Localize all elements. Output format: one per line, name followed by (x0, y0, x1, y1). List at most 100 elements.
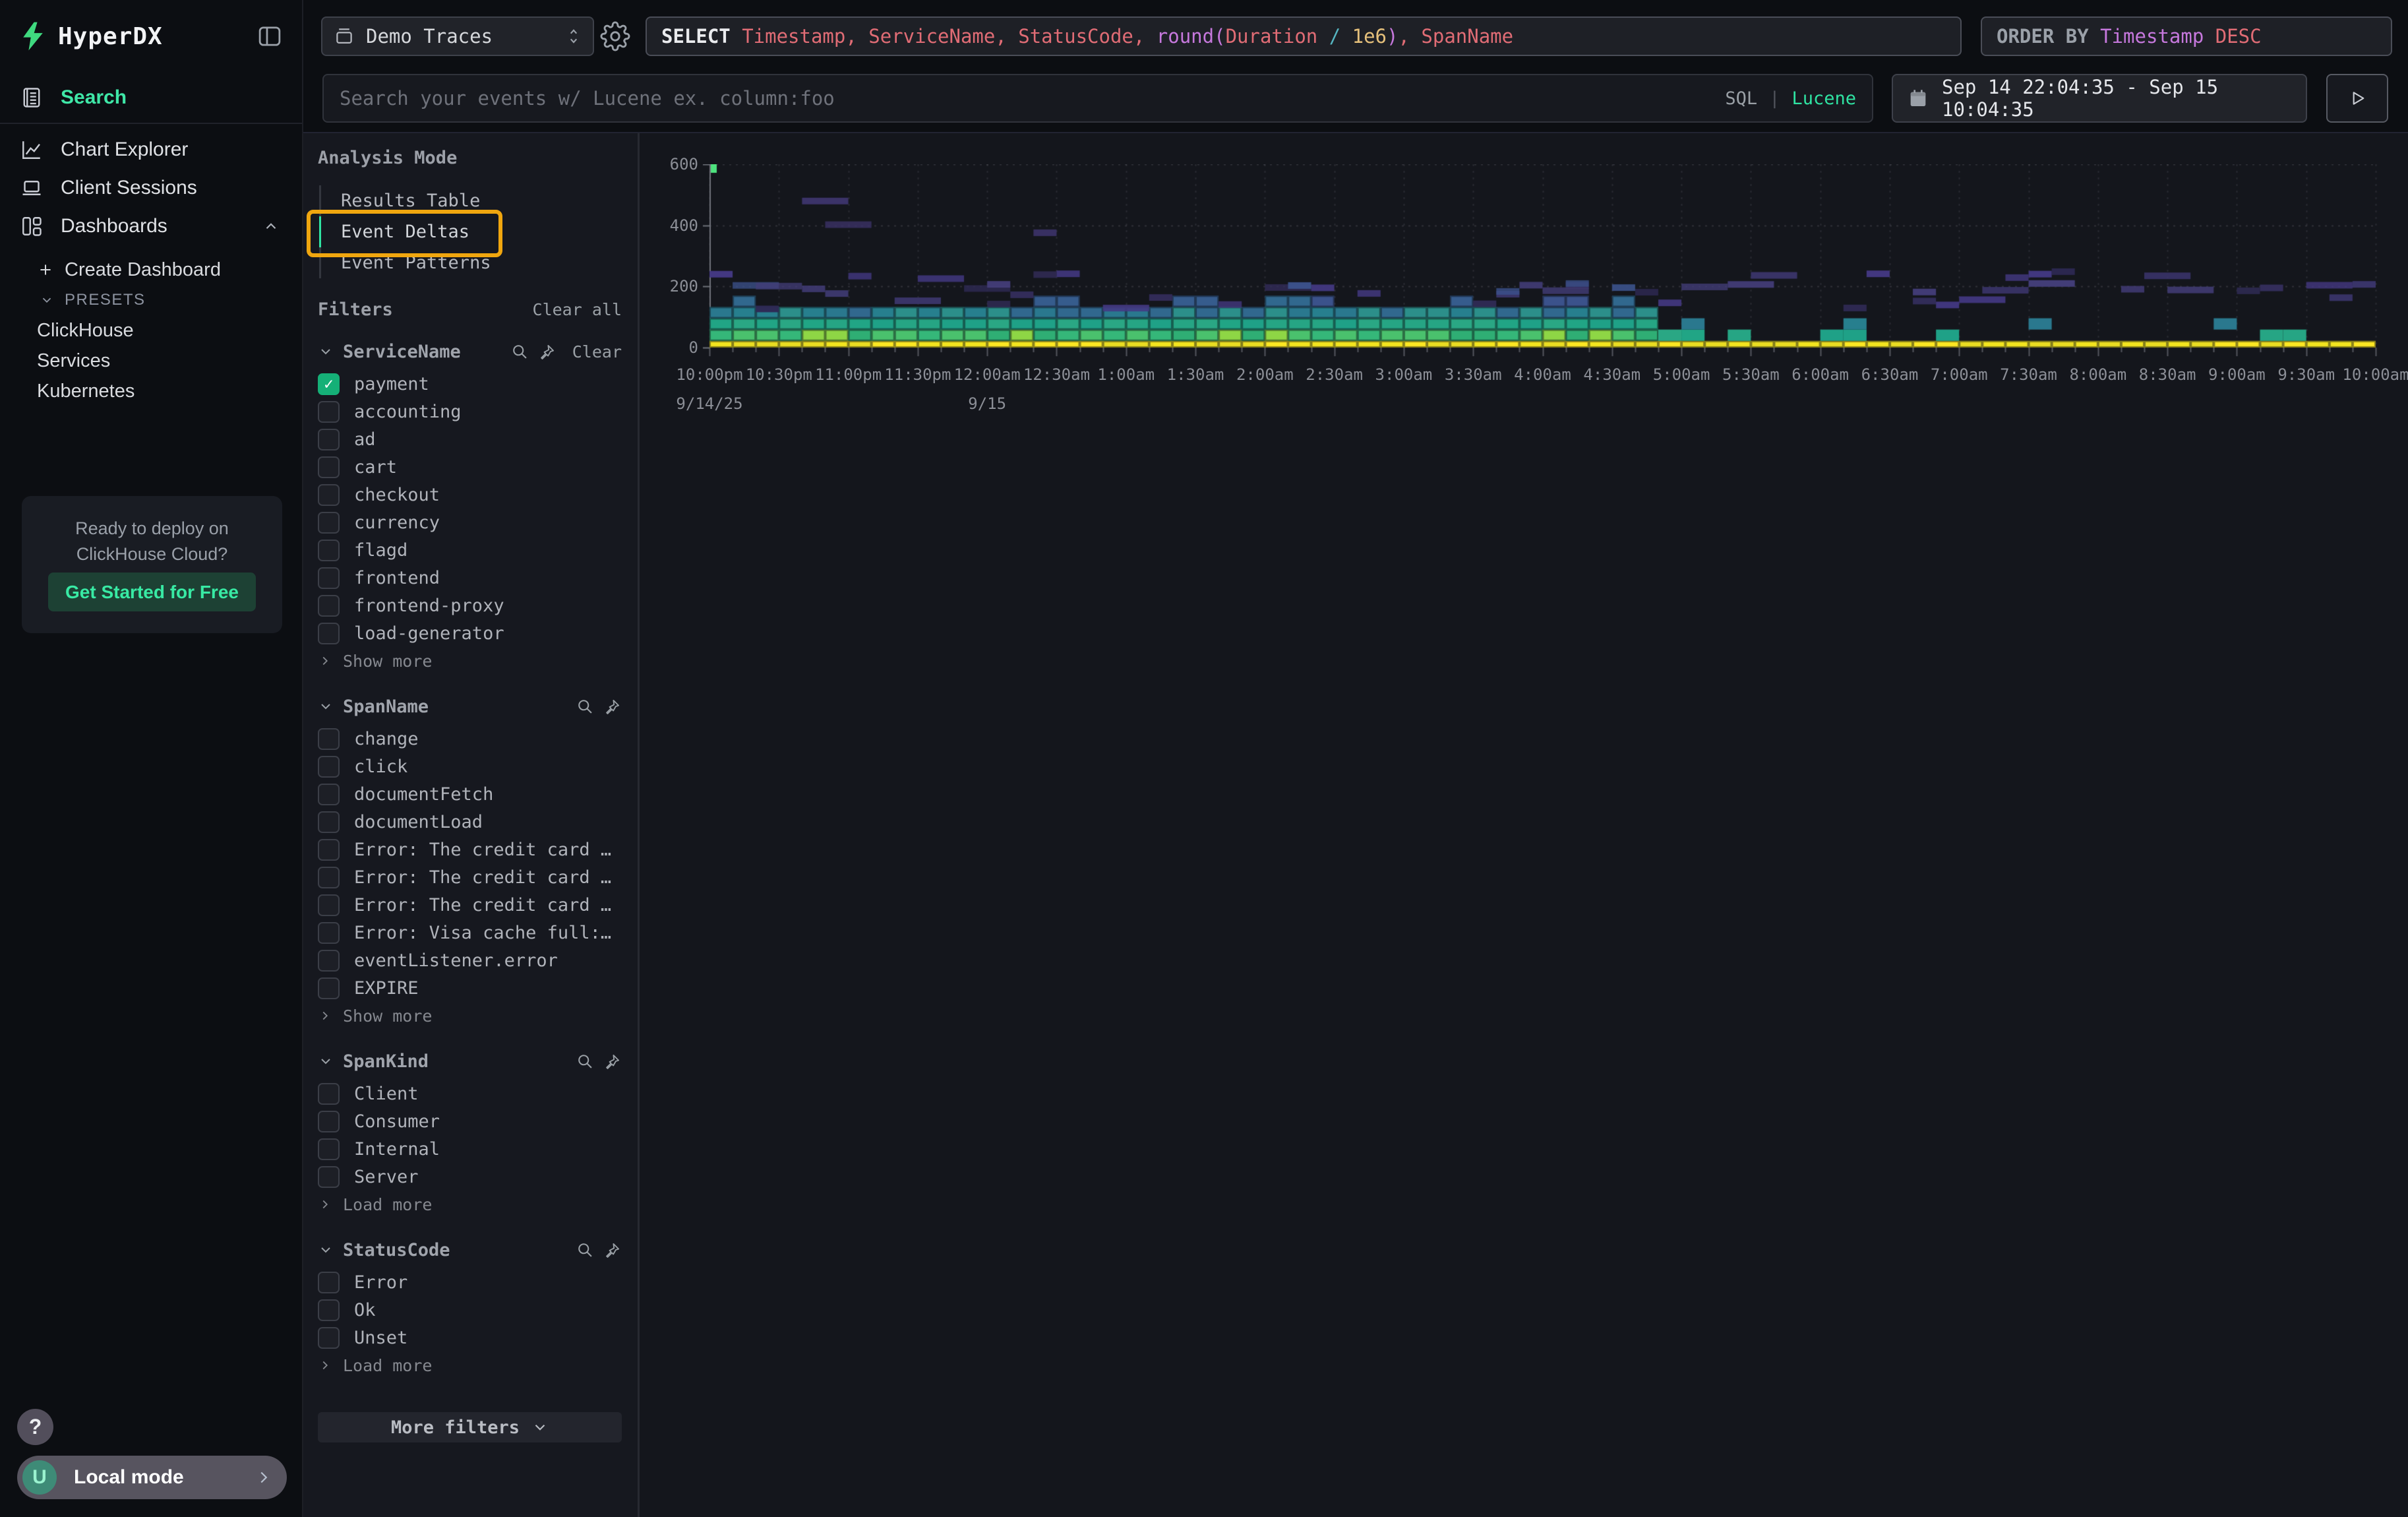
pin-icon[interactable] (538, 342, 557, 361)
filter-checkbox-row[interactable]: frontend (318, 564, 622, 592)
filter-checkbox-row[interactable]: Error: The credit card (… (318, 891, 622, 919)
checkbox[interactable] (318, 401, 340, 423)
checkbox[interactable] (318, 1272, 340, 1293)
filter-checkbox-row[interactable]: Error: The credit card (… (318, 863, 622, 891)
checkbox[interactable]: ✓ (318, 373, 340, 395)
checkbox[interactable] (318, 1299, 340, 1321)
sql-select-editor[interactable]: SELECT Timestamp, ServiceName, StatusCod… (646, 16, 1962, 56)
filter-checkbox-row[interactable]: Consumer (318, 1107, 622, 1135)
filter-checkbox-row[interactable]: Client (318, 1080, 622, 1107)
presets-toggle[interactable]: PRESETS (0, 285, 302, 315)
create-dashboard-button[interactable]: Create Dashboard (0, 255, 302, 285)
run-query-button[interactable] (2326, 74, 2388, 123)
source-select[interactable]: Demo Traces (321, 16, 594, 56)
filter-group-header[interactable]: SpanName (318, 695, 622, 718)
sidebar-item-kubernetes[interactable]: Kubernetes (0, 376, 302, 406)
filter-checkbox-row[interactable]: checkout (318, 481, 622, 509)
checkbox[interactable] (318, 429, 340, 450)
checkbox[interactable] (318, 784, 340, 805)
analysis-item-event-patterns[interactable]: Event Patterns (319, 247, 622, 278)
filter-group-header[interactable]: StatusCode (318, 1238, 622, 1262)
pin-icon[interactable] (603, 697, 622, 716)
filter-checkbox-row[interactable]: currency (318, 509, 622, 536)
gear-icon[interactable] (599, 20, 632, 53)
filter-checkbox-row[interactable]: change (318, 725, 622, 753)
filter-checkbox-row[interactable]: eventListener.error (318, 946, 622, 974)
filter-checkbox-row[interactable]: frontend-proxy (318, 592, 622, 619)
filter-checkbox-row[interactable]: Internal (318, 1135, 622, 1163)
filter-checkbox-row[interactable]: Error: The credit card (… (318, 836, 622, 863)
search-icon[interactable] (576, 1052, 594, 1070)
filter-checkbox-row[interactable]: Error (318, 1268, 622, 1296)
latency-heatmap-canvas[interactable] (700, 164, 2388, 362)
checkbox[interactable] (318, 595, 340, 617)
mode-toggle-lucene[interactable]: Lucene (1791, 88, 1856, 109)
checkbox[interactable] (318, 623, 340, 644)
checkbox[interactable] (318, 567, 340, 589)
checkbox[interactable] (318, 977, 340, 999)
checkbox[interactable] (318, 839, 340, 861)
show-more-link[interactable]: Show more (318, 647, 622, 675)
filter-checkbox-row[interactable]: accounting (318, 398, 622, 425)
filter-group-header[interactable]: ServiceNameClear (318, 340, 622, 363)
sidebar-item-services[interactable]: Services (0, 346, 302, 376)
analysis-item-event-deltas[interactable]: Event Deltas (319, 216, 622, 247)
filter-checkbox-row[interactable]: load-generator (318, 619, 622, 647)
filter-group-header[interactable]: SpanKind (318, 1049, 622, 1073)
checkbox[interactable] (318, 540, 340, 561)
order-by-editor[interactable]: ORDER BY Timestamp DESC (1981, 16, 2392, 56)
checkbox[interactable] (318, 867, 340, 888)
sidebar-item-dashboards[interactable]: Dashboards (0, 207, 302, 245)
checkbox[interactable] (318, 1111, 340, 1132)
time-range-picker[interactable]: Sep 14 22:04:35 - Sep 15 10:04:35 (1892, 74, 2307, 123)
pin-icon[interactable] (603, 1241, 622, 1259)
filter-checkbox-row[interactable]: Ok (318, 1296, 622, 1324)
checkbox[interactable] (318, 1327, 340, 1349)
help-button[interactable]: ? (17, 1409, 53, 1445)
lucene-search-input[interactable]: Search your events w/ Lucene ex. column:… (322, 74, 1873, 123)
get-started-button[interactable]: Get Started for Free (48, 573, 256, 611)
show-more-link[interactable]: Load more (318, 1351, 622, 1379)
checkbox[interactable] (318, 950, 340, 972)
checkbox[interactable] (318, 484, 340, 506)
search-icon[interactable] (576, 697, 594, 716)
filter-checkbox-row[interactable]: ✓payment (318, 370, 622, 398)
filter-checkbox-row[interactable]: flagd (318, 536, 622, 564)
more-filters-button[interactable]: More filters (318, 1412, 622, 1442)
show-more-link[interactable]: Load more (318, 1191, 622, 1218)
filter-checkbox-row[interactable]: Unset (318, 1324, 622, 1351)
filter-checkbox-row[interactable]: Error: Visa cache full: … (318, 919, 622, 946)
sidebar-item-clickhouse[interactable]: ClickHouse (0, 315, 302, 346)
search-icon[interactable] (576, 1241, 594, 1259)
filter-checkbox-row[interactable]: ad (318, 425, 622, 453)
filter-checkbox-row[interactable]: click (318, 753, 622, 780)
filter-checkbox-row[interactable]: documentFetch (318, 780, 622, 808)
filter-checkbox-row[interactable]: EXPIRE (318, 974, 622, 1002)
checkbox[interactable] (318, 456, 340, 478)
filter-checkbox-row[interactable]: Server (318, 1163, 622, 1191)
mode-toggle-sql[interactable]: SQL (1725, 88, 1757, 109)
show-more-link[interactable]: Show more (318, 1002, 622, 1030)
sidebar-item-client-sessions[interactable]: Client Sessions (0, 169, 302, 207)
sidebar-item-chart-explorer[interactable]: Chart Explorer (0, 131, 302, 169)
checkbox[interactable] (318, 1138, 340, 1160)
checkbox[interactable] (318, 922, 340, 944)
filter-checkbox-row[interactable]: cart (318, 453, 622, 481)
local-mode-menu[interactable]: U Local mode (17, 1456, 287, 1499)
checkbox[interactable] (318, 1166, 340, 1188)
collapse-sidebar-icon[interactable] (256, 22, 284, 50)
checkbox[interactable] (318, 811, 340, 833)
checkbox[interactable] (318, 894, 340, 916)
checkbox[interactable] (318, 756, 340, 778)
pin-icon[interactable] (603, 1052, 622, 1070)
clear-all-link[interactable]: Clear all (533, 300, 622, 319)
analysis-item-results-table[interactable]: Results Table (319, 185, 622, 216)
x-date-label: 9/15 (968, 394, 1006, 413)
checkbox[interactable] (318, 1083, 340, 1105)
checkbox[interactable] (318, 512, 340, 534)
sidebar-item-search[interactable]: Search (0, 73, 302, 124)
clear-filter-link[interactable]: Clear (572, 342, 622, 361)
checkbox[interactable] (318, 728, 340, 750)
search-icon[interactable] (510, 342, 529, 361)
filter-checkbox-row[interactable]: documentLoad (318, 808, 622, 836)
